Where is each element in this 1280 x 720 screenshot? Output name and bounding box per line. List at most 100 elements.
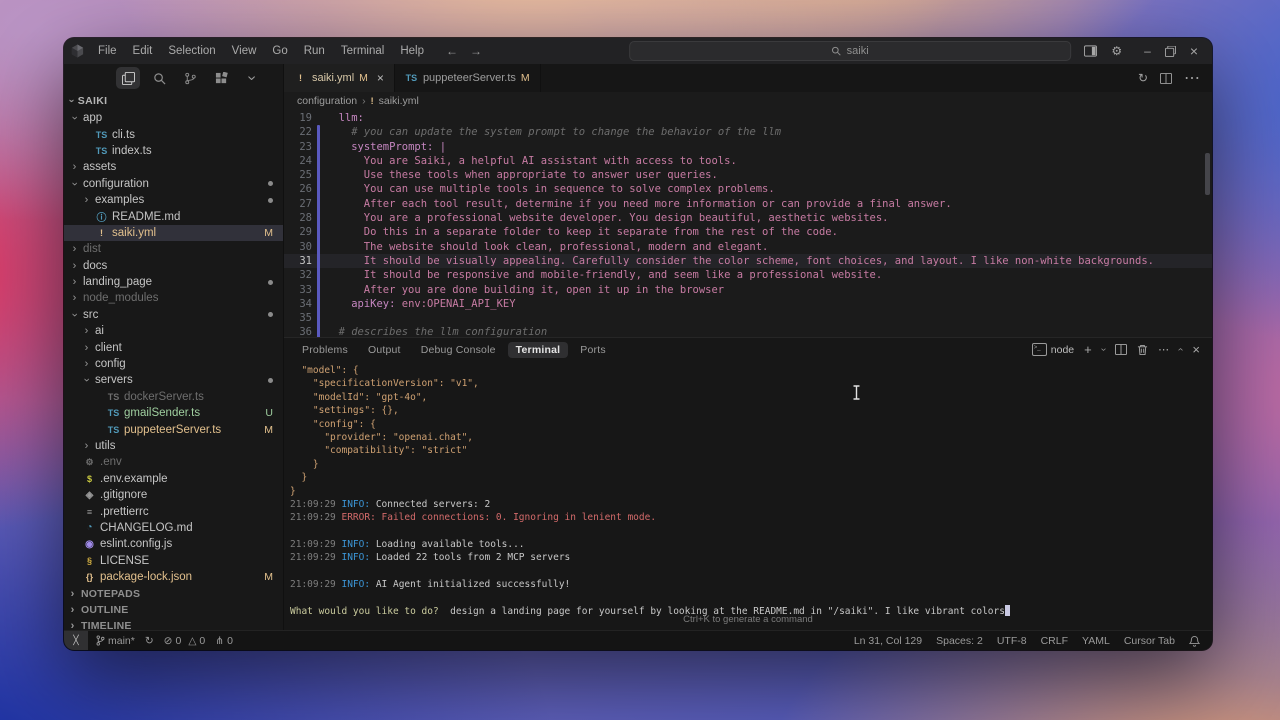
close-panel-icon[interactable]: ×: [1192, 342, 1200, 357]
panel-tab-debug-console[interactable]: Debug Console: [413, 342, 504, 358]
tree-item-docs[interactable]: ›docs: [64, 258, 283, 274]
tree-item-app[interactable]: ›app: [64, 110, 283, 126]
timeline-loop-icon[interactable]: ↻: [1138, 71, 1148, 85]
status-cursor-tab[interactable]: Cursor Tab: [1124, 635, 1175, 647]
tree-item-changelog-md[interactable]: ◔CHANGELOG.md: [64, 520, 283, 536]
tree-item-license[interactable]: §LICENSE: [64, 553, 283, 569]
split-terminal-icon[interactable]: [1115, 344, 1127, 355]
tree-item-configuration[interactable]: ›configuration: [64, 176, 283, 192]
tree-item-examples[interactable]: ›examples: [64, 192, 283, 208]
source-control-icon[interactable]: [178, 67, 202, 89]
git-branch-status[interactable]: main*: [96, 635, 135, 647]
menu-view[interactable]: View: [224, 45, 265, 57]
breadcrumb[interactable]: configuration › ! saiki.yml: [284, 92, 1212, 109]
mouse-ibeam-cursor: [852, 385, 861, 400]
search-sidebar-icon[interactable]: [147, 67, 171, 89]
tree-item-package-lock-json[interactable]: {}package-lock.jsonM: [64, 569, 283, 585]
section-notepads[interactable]: ›NOTEPADS: [64, 585, 283, 601]
tree-item-prettierrc[interactable]: ≡.prettierrc: [64, 503, 283, 519]
status-utf-8[interactable]: UTF-8: [997, 635, 1027, 647]
menu-file[interactable]: File: [90, 45, 125, 57]
tree-item-dist[interactable]: ›dist: [64, 241, 283, 257]
minimize-button[interactable]: –: [1144, 44, 1151, 58]
tree-item-dockerserver-ts[interactable]: TSdockerServer.ts: [64, 389, 283, 405]
section-timeline[interactable]: ›TIMELINE: [64, 618, 283, 630]
editor-scrollbar-thumb[interactable]: [1205, 153, 1210, 195]
terminal-dropdown-icon[interactable]: ›: [1098, 348, 1109, 351]
section-outline[interactable]: ›OUTLINE: [64, 602, 283, 618]
terminal-output[interactable]: "model": { "specificationVersion": "v1",…: [284, 361, 1212, 630]
command-center-search[interactable]: saiki: [629, 41, 1071, 61]
panel-more-icon[interactable]: ⋯: [1158, 343, 1169, 356]
tree-item-gmailsender-ts[interactable]: TSgmailSender.tsU: [64, 405, 283, 421]
panel-tab-bar: ProblemsOutputDebug ConsoleTerminalPorts…: [284, 338, 1212, 361]
menu-run[interactable]: Run: [296, 45, 333, 57]
tree-item-assets[interactable]: ›assets: [64, 159, 283, 175]
code-editor[interactable]: 19llm:22# you can update the system prom…: [284, 109, 1212, 337]
tree-item-saiki-yml[interactable]: !saiki.ymlM: [64, 225, 283, 241]
tree-item-ai[interactable]: ›ai: [64, 323, 283, 339]
nav-forward-icon[interactable]: →: [470, 44, 482, 58]
line-content: The website should look clean, professio…: [312, 240, 768, 254]
menu-edit[interactable]: Edit: [125, 45, 161, 57]
status-spaces[interactable]: Spaces: 2: [936, 635, 983, 647]
git-status-badge: M: [264, 227, 273, 239]
project-root-row[interactable]: › SAIKI: [64, 92, 283, 110]
line-number: 30: [284, 240, 312, 254]
toggle-secondary-sidebar-icon[interactable]: [1084, 45, 1097, 57]
panel-tab-ports[interactable]: Ports: [572, 342, 614, 358]
remote-indicator[interactable]: ╳: [64, 631, 88, 650]
extensions-icon[interactable]: [209, 67, 233, 89]
split-editor-icon[interactable]: [1160, 73, 1172, 84]
tree-item-client[interactable]: ›client: [64, 339, 283, 355]
new-terminal-icon[interactable]: +: [1084, 342, 1092, 357]
tab-saiki-yml[interactable]: !saiki.ymlM×: [284, 64, 395, 92]
tree-item-index-ts[interactable]: TSindex.ts: [64, 143, 283, 159]
tree-item-src[interactable]: ›src: [64, 307, 283, 323]
kill-terminal-trash-icon[interactable]: [1137, 344, 1148, 356]
terminal-instance-node[interactable]: >_ node: [1032, 343, 1074, 356]
maximize-panel-icon[interactable]: ›: [1175, 348, 1186, 351]
tree-item-readme-md[interactable]: ⓘREADME.md: [64, 208, 283, 224]
file-label: package-lock.json: [100, 571, 192, 583]
tree-item-servers[interactable]: ›servers: [64, 372, 283, 388]
panel-tab-problems[interactable]: Problems: [294, 342, 356, 358]
tab-close-icon[interactable]: ×: [377, 71, 384, 85]
tree-item-eslint-config-js[interactable]: ◉eslint.config.js: [64, 536, 283, 552]
sync-changes-icon[interactable]: ↻: [145, 635, 154, 647]
tree-item-config[interactable]: ›config: [64, 356, 283, 372]
status-crlf[interactable]: CRLF: [1041, 635, 1068, 647]
tree-item-env[interactable]: ⚙.env: [64, 454, 283, 470]
more-actions-icon[interactable]: ⋯: [1184, 68, 1200, 88]
settings-gear-icon[interactable]: ⚙: [1111, 44, 1122, 58]
menu-go[interactable]: Go: [264, 45, 295, 57]
breadcrumb-file[interactable]: saiki.yml: [379, 95, 419, 107]
notifications-bell-icon[interactable]: [1189, 635, 1200, 647]
tree-item-gitignore[interactable]: ◈.gitignore: [64, 487, 283, 503]
explorer-icon[interactable]: [116, 67, 140, 89]
ports-status[interactable]: ⋔ 0: [215, 635, 233, 647]
status-yaml[interactable]: YAML: [1082, 635, 1110, 647]
line-number: 35: [284, 311, 312, 325]
chevron-right-icon: ›: [70, 276, 79, 288]
tree-item-utils[interactable]: ›utils: [64, 438, 283, 454]
nav-back-icon[interactable]: ←: [446, 44, 458, 58]
tree-item-cli-ts[interactable]: TScli.ts: [64, 126, 283, 142]
problems-status[interactable]: ⊘ 0 △ 0: [164, 635, 206, 647]
menu-selection[interactable]: Selection: [160, 45, 223, 57]
panel-tab-terminal[interactable]: Terminal: [508, 342, 569, 358]
restore-button[interactable]: [1165, 46, 1176, 57]
tree-item-landing-page[interactable]: ›landing_page: [64, 274, 283, 290]
tab-puppeteerserver-ts[interactable]: TSpuppeteerServer.tsM: [395, 64, 541, 92]
close-button[interactable]: ×: [1190, 43, 1198, 59]
views-chevron-down-icon[interactable]: ›: [240, 67, 264, 89]
tree-item-puppeteerserver-ts[interactable]: TSpuppeteerServer.tsM: [64, 421, 283, 437]
breadcrumb-folder[interactable]: configuration: [297, 95, 357, 107]
chevron-right-icon: ›: [82, 194, 91, 206]
panel-tab-output[interactable]: Output: [360, 342, 409, 358]
tree-item-env-example[interactable]: $.env.example: [64, 471, 283, 487]
tree-item-node-modules[interactable]: ›node_modules: [64, 290, 283, 306]
menu-help[interactable]: Help: [392, 45, 432, 57]
status-ln-31-col-129[interactable]: Ln 31, Col 129: [854, 635, 922, 647]
menu-terminal[interactable]: Terminal: [333, 45, 392, 57]
